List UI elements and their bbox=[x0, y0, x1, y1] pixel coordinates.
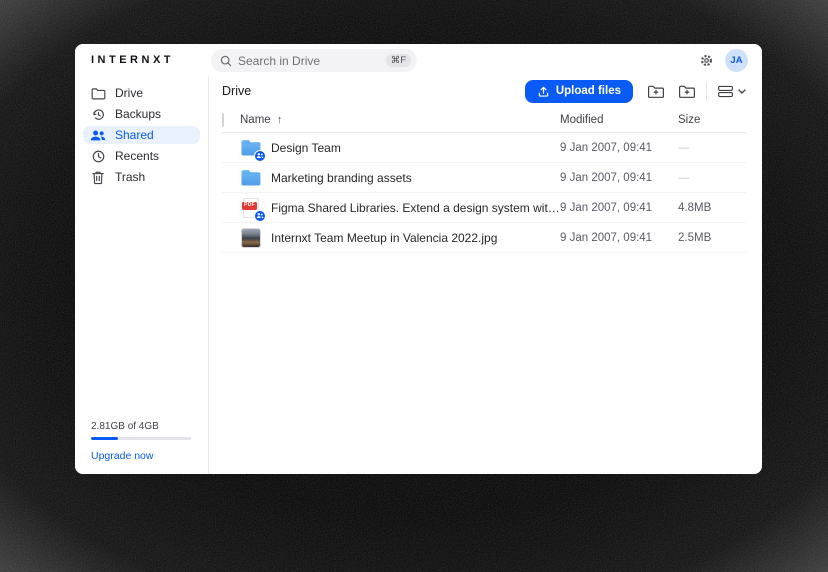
file-name: Internxt Team Meetup in Valencia 2022.jp… bbox=[271, 231, 497, 245]
select-all-checkbox[interactable] bbox=[222, 113, 224, 127]
search-icon bbox=[220, 55, 232, 67]
clock-icon bbox=[90, 148, 106, 164]
upload-files-button[interactable]: Upload files bbox=[525, 80, 633, 103]
file-size: 2.5MB bbox=[678, 232, 746, 244]
column-header-name[interactable]: Name ↑ bbox=[240, 114, 560, 126]
list-view-icon bbox=[717, 85, 734, 98]
sidebar-item-recents[interactable]: Recents bbox=[83, 147, 200, 165]
view-mode-toggle[interactable] bbox=[717, 85, 746, 98]
file-modified: 9 Jan 2007, 09:41 bbox=[560, 232, 678, 244]
table-row[interactable]: Internxt Team Meetup in Valencia 2022.jp… bbox=[222, 223, 746, 253]
table-row[interactable]: PDF Figma Shared Libraries. Extend a des… bbox=[222, 193, 746, 223]
shared-users-icon bbox=[90, 127, 106, 143]
upgrade-now-link[interactable]: Upgrade now bbox=[91, 450, 191, 462]
file-name: Marketing branding assets bbox=[271, 171, 412, 185]
file-size: — bbox=[678, 172, 746, 184]
backup-restore-icon bbox=[90, 106, 106, 122]
storage-meter: 2.81GB of 4GB Upgrade now bbox=[91, 421, 191, 462]
sort-ascending-icon: ↑ bbox=[277, 114, 283, 126]
sidebar-item-trash[interactable]: Trash bbox=[83, 168, 200, 186]
sidebar: Drive Backups Shared bbox=[75, 76, 209, 474]
toolbar: Drive Upload files bbox=[222, 78, 746, 104]
sidebar-item-label: Recents bbox=[115, 149, 159, 163]
storage-progress-bar bbox=[91, 437, 191, 440]
sidebar-item-label: Shared bbox=[115, 128, 154, 142]
trash-icon bbox=[90, 169, 106, 185]
sidebar-item-shared[interactable]: Shared bbox=[83, 126, 200, 144]
file-name: Design Team bbox=[271, 141, 341, 155]
sidebar-item-label: Drive bbox=[115, 86, 143, 100]
toolbar-divider bbox=[706, 81, 707, 101]
file-modified: 9 Jan 2007, 09:41 bbox=[560, 142, 678, 154]
file-modified: 9 Jan 2007, 09:41 bbox=[560, 172, 678, 184]
file-size: 4.8MB bbox=[678, 202, 746, 214]
file-modified: 9 Jan 2007, 09:41 bbox=[560, 202, 678, 214]
table-header: Name ↑ Modified Size bbox=[222, 108, 746, 133]
settings-gear-icon[interactable] bbox=[699, 53, 714, 68]
breadcrumb[interactable]: Drive bbox=[222, 84, 525, 98]
chevron-down-icon bbox=[738, 89, 746, 94]
sidebar-item-label: Backups bbox=[115, 107, 161, 121]
sidebar-item-drive[interactable]: Drive bbox=[83, 84, 200, 102]
internxt-logo: INTERNXT bbox=[91, 44, 174, 76]
column-header-size[interactable]: Size bbox=[678, 114, 746, 126]
file-table-body: Design Team 9 Jan 2007, 09:41 — Marketin… bbox=[222, 133, 746, 253]
shared-badge bbox=[254, 150, 266, 162]
upload-files-label: Upload files bbox=[556, 85, 621, 97]
image-thumbnail bbox=[241, 228, 261, 248]
table-row[interactable]: Design Team 9 Jan 2007, 09:41 — bbox=[222, 133, 746, 163]
create-folder-button[interactable] bbox=[678, 84, 696, 99]
sidebar-item-label: Trash bbox=[115, 170, 145, 184]
upload-folder-button[interactable] bbox=[647, 84, 665, 99]
search-input[interactable]: Search in Drive ⌘F bbox=[211, 49, 417, 72]
folder-icon bbox=[240, 168, 262, 187]
screenshot-stage: INTERNXT Search in Drive ⌘F JA bbox=[0, 0, 828, 572]
file-table: Name ↑ Modified Size bbox=[222, 108, 746, 474]
column-header-modified[interactable]: Modified bbox=[560, 114, 678, 126]
shared-badge bbox=[254, 210, 266, 222]
table-row[interactable]: Marketing branding assets 9 Jan 2007, 09… bbox=[222, 163, 746, 193]
folder-icon bbox=[90, 85, 106, 101]
app-header: INTERNXT Search in Drive ⌘F JA bbox=[75, 44, 762, 76]
storage-usage-text: 2.81GB of 4GB bbox=[91, 421, 191, 432]
file-size: — bbox=[678, 142, 746, 154]
upload-icon bbox=[537, 85, 550, 98]
search-placeholder: Search in Drive bbox=[238, 54, 386, 68]
main-content: Drive Upload files bbox=[209, 76, 762, 474]
storage-progress-fill bbox=[91, 437, 118, 440]
app-window: INTERNXT Search in Drive ⌘F JA bbox=[75, 44, 762, 474]
file-name: Figma Shared Libraries. Extend a design … bbox=[271, 201, 560, 215]
sidebar-item-backups[interactable]: Backups bbox=[83, 105, 200, 123]
user-avatar[interactable]: JA bbox=[725, 49, 748, 72]
search-shortcut-badge: ⌘F bbox=[386, 54, 411, 68]
